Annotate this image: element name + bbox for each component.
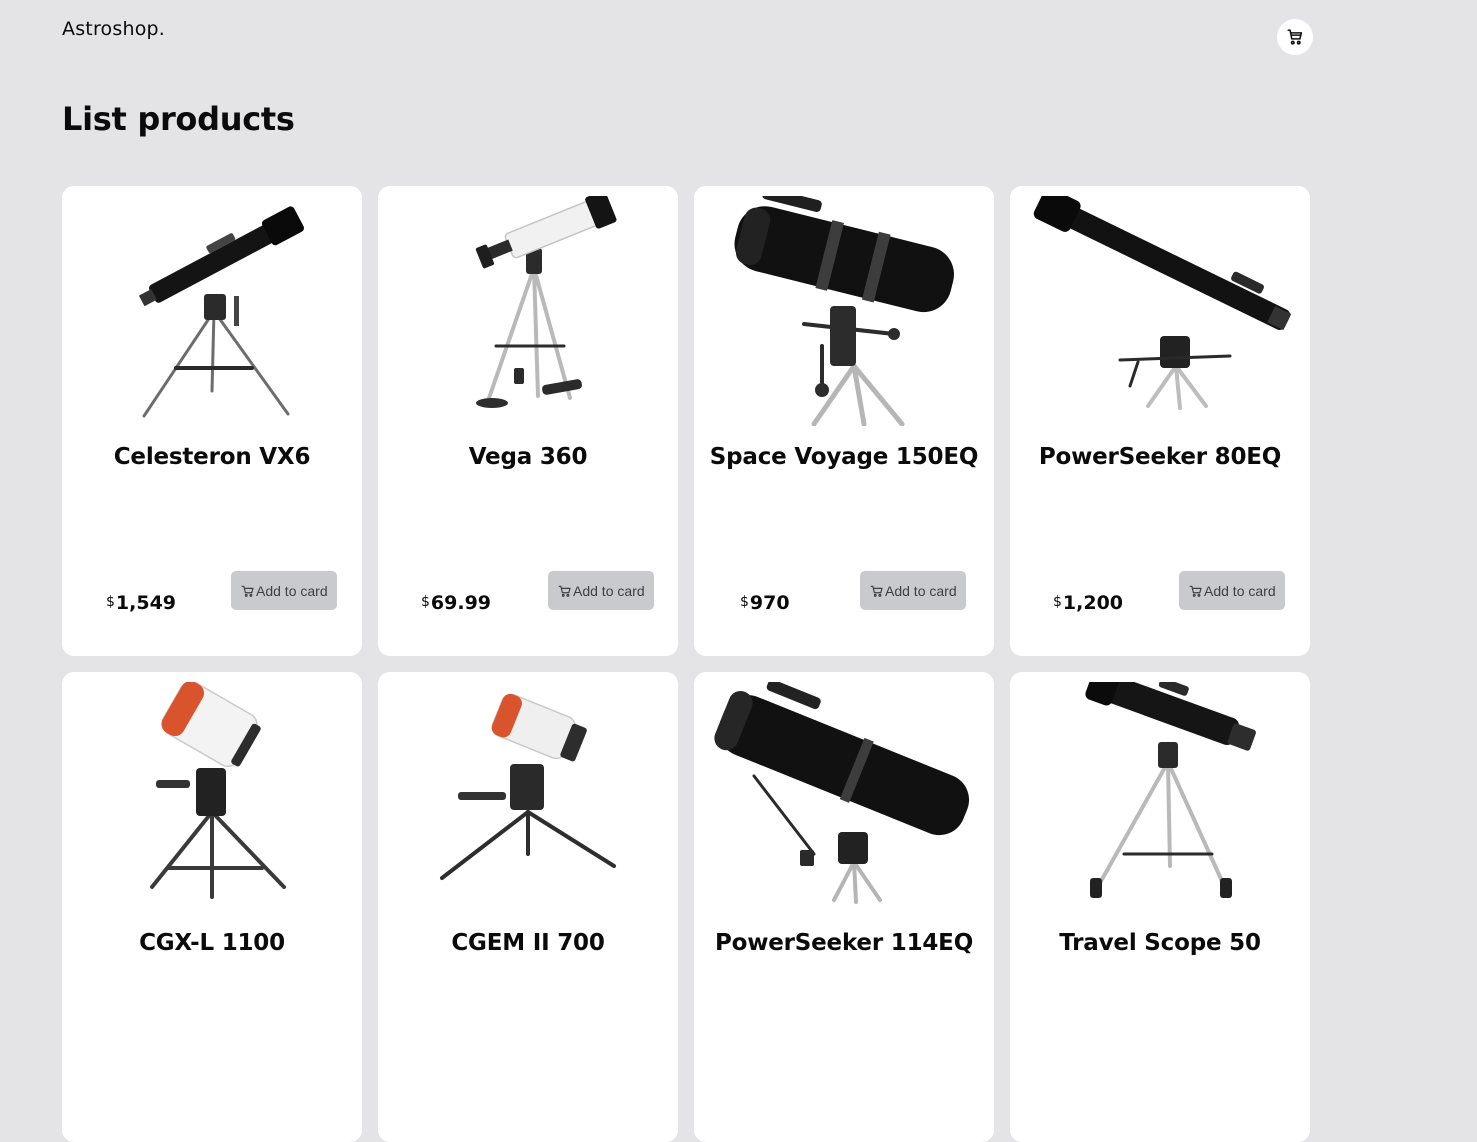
product-card: CGEM II 700 (378, 672, 678, 1142)
currency-symbol: $ (421, 594, 430, 610)
product-price: $1,549 (106, 592, 176, 614)
currency-symbol: $ (740, 594, 749, 610)
product-price: $1,200 (1053, 592, 1123, 614)
cart-icon (1287, 29, 1303, 45)
currency-symbol: $ (106, 594, 115, 610)
page-title: List products (62, 100, 295, 138)
cart-icon (870, 585, 883, 597)
product-name[interactable]: Celesteron VX6 (62, 444, 362, 470)
cart-icon (558, 585, 571, 597)
product-name[interactable]: CGX-L 1100 (62, 930, 362, 956)
product-card: Space Voyage 150EQ $970 Add to card (694, 186, 994, 656)
product-card: Travel Scope 50 (1010, 672, 1310, 1142)
travel-telescope-image[interactable] (1020, 682, 1300, 912)
cart-icon (1189, 585, 1202, 597)
refractor-telescope-image[interactable] (72, 196, 352, 426)
price-value: 970 (749, 592, 790, 614)
add-to-cart-label: Add to card (1204, 582, 1276, 599)
product-card: PowerSeeker 80EQ $1,200 Add to card (1010, 186, 1310, 656)
price-value: 69.99 (430, 592, 492, 614)
cart-icon (241, 585, 254, 597)
price-value: 1,200 (1062, 592, 1124, 614)
product-price: $970 (740, 592, 790, 614)
product-card: Vega 360 $69.99 Add to card (378, 186, 678, 656)
product-name[interactable]: PowerSeeker 114EQ (694, 930, 994, 956)
product-card: CGX-L 1100 (62, 672, 362, 1142)
product-name[interactable]: Travel Scope 50 (1010, 930, 1310, 956)
add-to-cart-button[interactable]: Add to card (548, 571, 654, 610)
product-price: $69.99 (421, 592, 491, 614)
product-grid: Celesteron VX6 $1,549 Add to card Vega 3… (62, 186, 1310, 1142)
long-refractor-telescope-image[interactable] (1020, 196, 1300, 426)
price-value: 1,549 (115, 592, 177, 614)
product-name[interactable]: PowerSeeker 80EQ (1010, 444, 1310, 470)
add-to-cart-label: Add to card (885, 582, 957, 599)
cart-button[interactable] (1277, 19, 1313, 55)
product-name[interactable]: Vega 360 (378, 444, 678, 470)
reflector-telescope-image[interactable] (704, 196, 984, 426)
white-refractor-telescope-image[interactable] (388, 196, 668, 426)
product-name[interactable]: CGEM II 700 (378, 930, 678, 956)
large-reflector-telescope-image[interactable] (704, 682, 984, 912)
product-card: PowerSeeker 114EQ (694, 672, 994, 1142)
add-to-cart-button[interactable]: Add to card (860, 571, 966, 610)
product-name[interactable]: Space Voyage 150EQ (694, 444, 994, 470)
product-card: Celesteron VX6 $1,549 Add to card (62, 186, 362, 656)
currency-symbol: $ (1053, 594, 1062, 610)
add-to-cart-label: Add to card (256, 582, 328, 599)
schmidt-cassegrain-telescope-image[interactable] (72, 682, 352, 912)
brand-logo[interactable]: Astroshop. (62, 18, 165, 40)
compact-cassegrain-telescope-image[interactable] (388, 682, 668, 912)
add-to-cart-label: Add to card (573, 582, 645, 599)
add-to-cart-button[interactable]: Add to card (1179, 571, 1285, 610)
add-to-cart-button[interactable]: Add to card (231, 571, 337, 610)
